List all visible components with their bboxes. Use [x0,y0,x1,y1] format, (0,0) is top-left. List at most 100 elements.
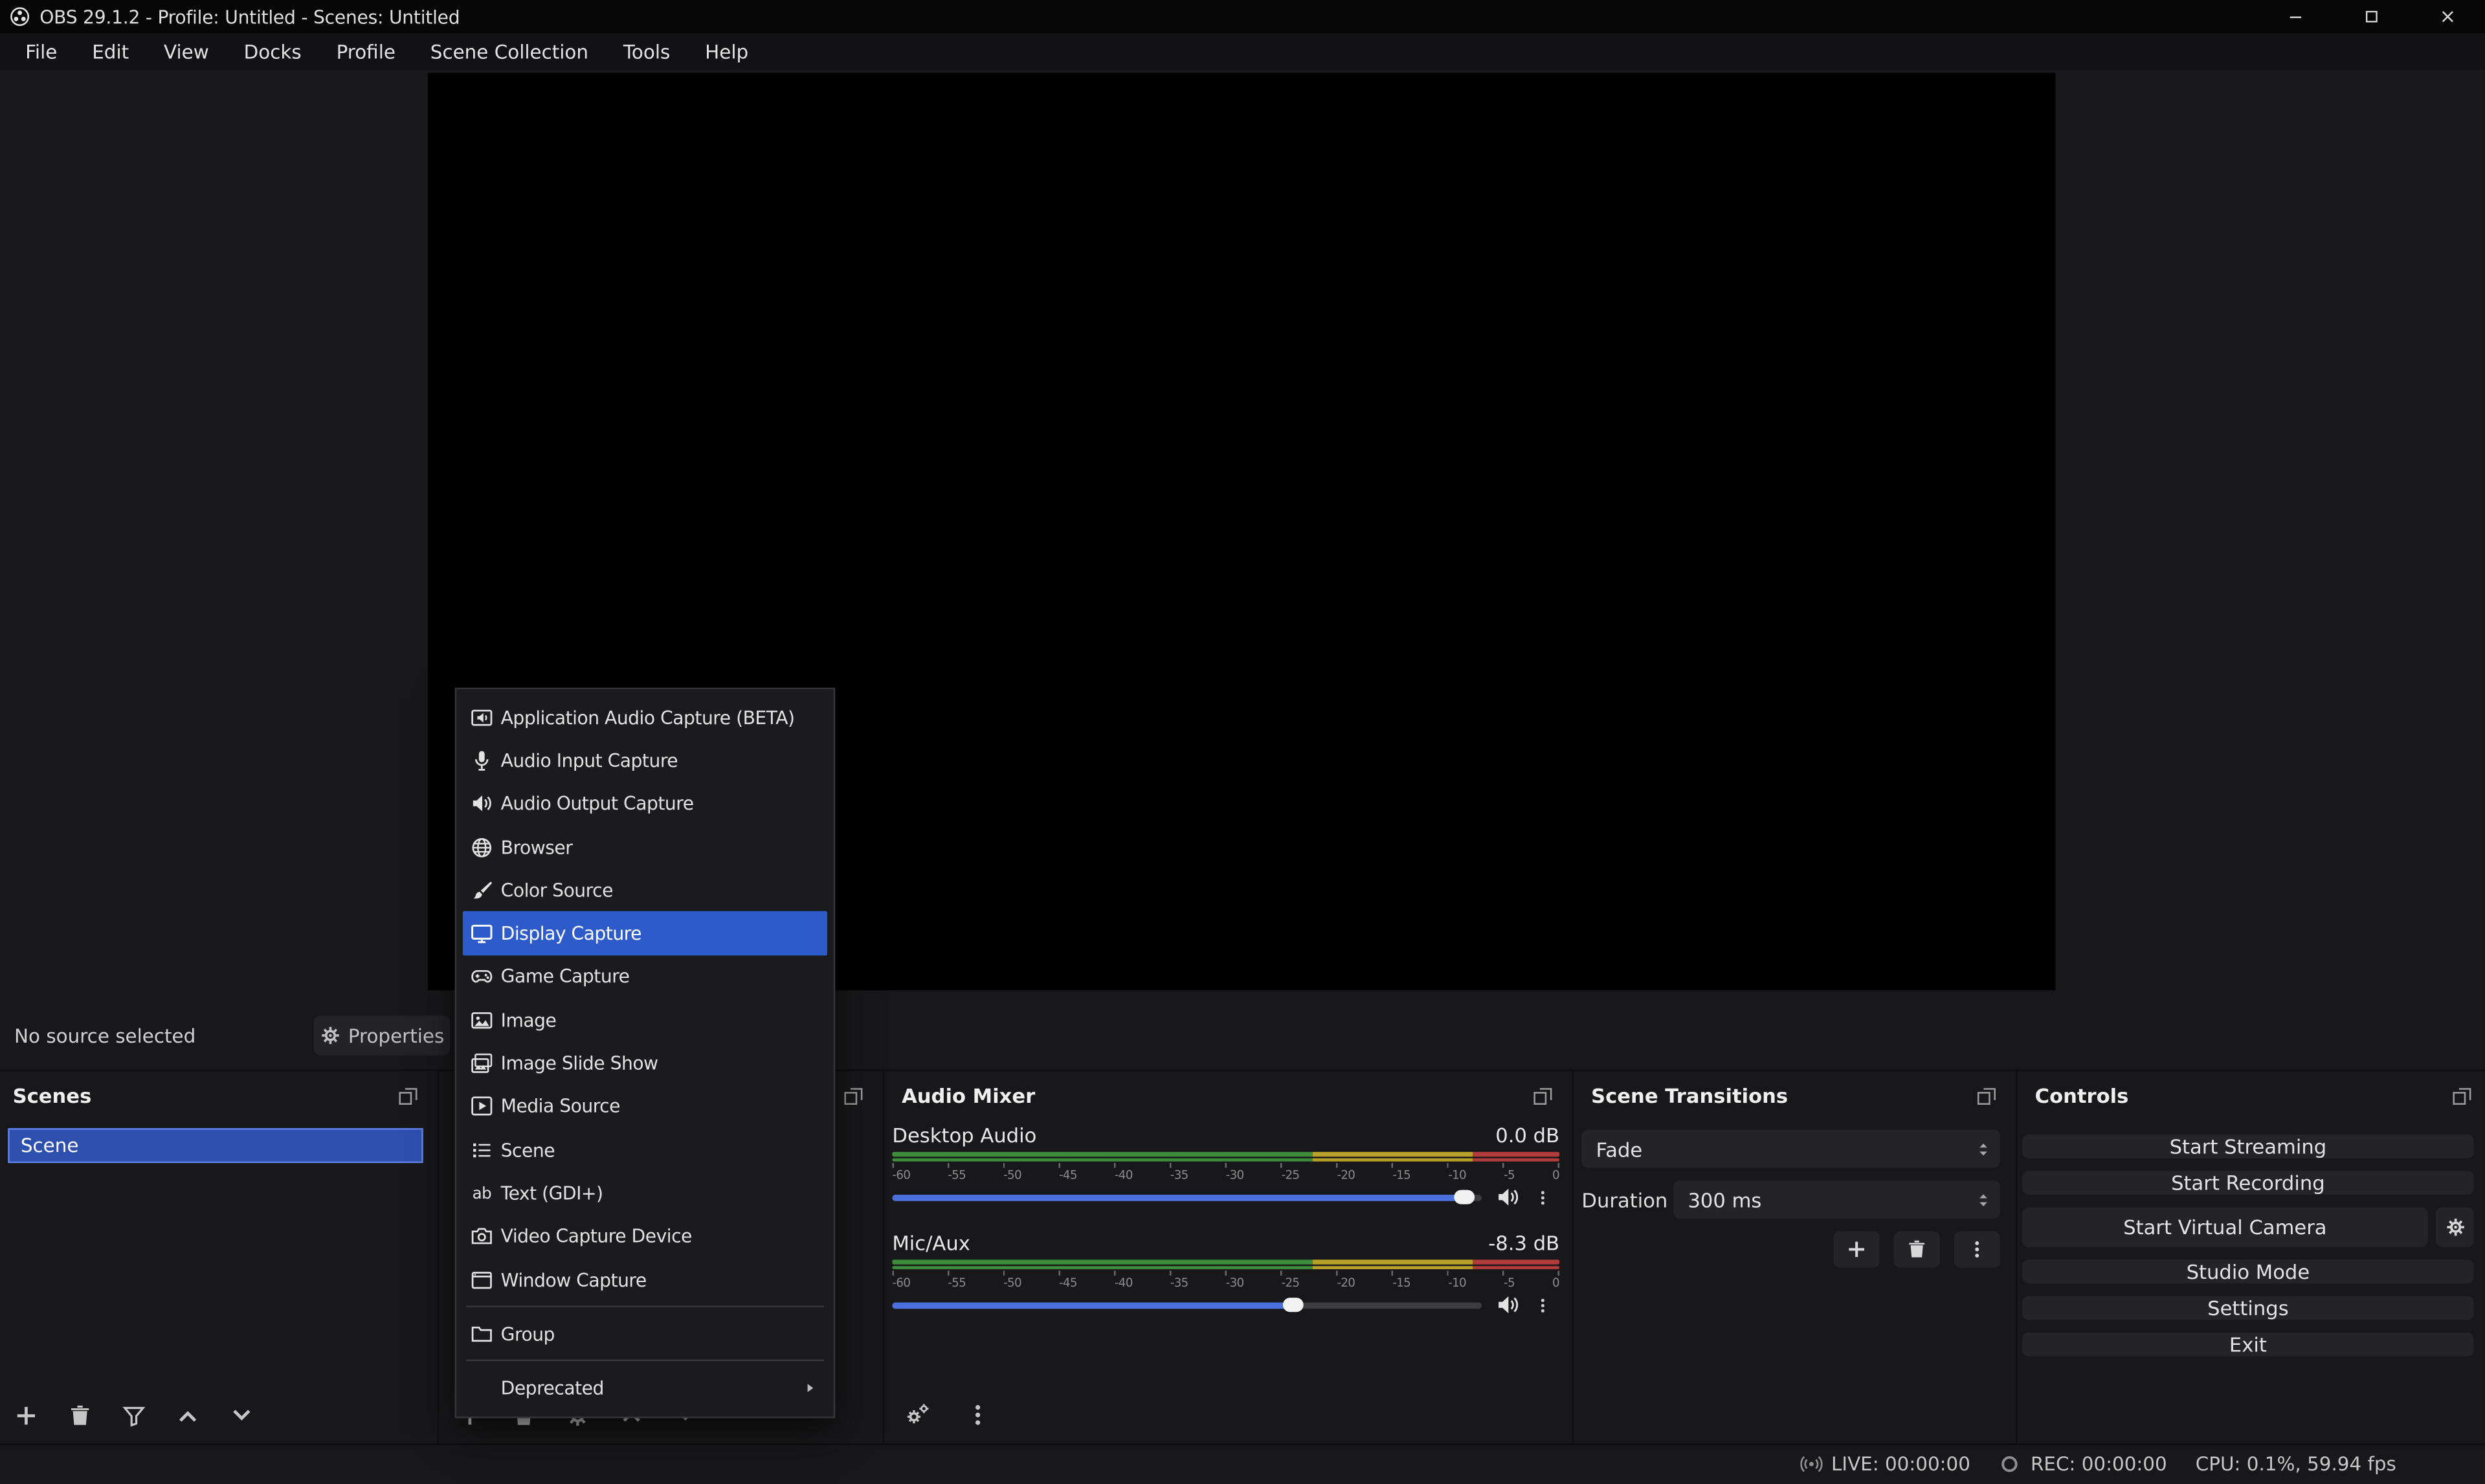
menu-item-group[interactable]: Group [463,1312,827,1356]
slider-fill [892,1301,1293,1308]
transition-menu-button[interactable] [1954,1231,2000,1267]
slider-handle[interactable] [1454,1190,1475,1204]
transition-select-value: Fade [1596,1137,1642,1161]
trash-icon [68,1409,92,1433]
button-label: Start Virtual Camera [2123,1215,2326,1239]
popout-icon[interactable] [1533,1085,1554,1105]
channel-name: Mic/Aux [892,1231,970,1255]
start-streaming-button[interactable]: Start Streaming [2022,1135,2474,1158]
menu-file[interactable]: File [8,33,74,69]
menu-item-label: Audio Input Capture [501,749,678,771]
popout-icon[interactable] [1976,1085,1997,1105]
add-transition-button[interactable] [1834,1231,1880,1267]
menu-help[interactable]: Help [687,33,766,69]
meter-bar [892,1157,1559,1161]
menu-item-label: Media Source [501,1096,620,1118]
meter-tick-label: -30 [1226,1169,1244,1182]
add-scene-button[interactable] [14,1404,38,1428]
no-icon [471,1377,493,1399]
volume-slider[interactable] [892,1194,1482,1201]
meter-ticks [892,1163,1559,1168]
slider-handle[interactable] [1283,1298,1304,1312]
dock-divider [1572,1071,1574,1445]
transition-select[interactable]: Fade [1581,1130,2000,1168]
menu-item-game-capture[interactable]: Game Capture [463,955,827,999]
volume-slider-row [892,1187,1559,1208]
virtual-camera-config-button[interactable] [2436,1208,2474,1247]
duration-row: Duration 300 ms [1581,1180,2000,1219]
scene-item-scene[interactable]: Scene [8,1128,423,1163]
close-button[interactable] [2409,0,2485,33]
menu-docks[interactable]: Docks [227,33,319,69]
exit-button[interactable]: Exit [2022,1333,2474,1357]
kebab-icon [965,1409,990,1433]
minimize-button[interactable] [2257,0,2333,33]
duration-spinbox[interactable]: 300 ms [1673,1180,2000,1219]
obs-logo-icon [10,6,30,27]
speaker-icon[interactable] [1496,1185,1520,1209]
menu-item-image-slide-show[interactable]: Image Slide Show [463,1041,827,1085]
mixer-menu-button[interactable] [965,1402,990,1428]
scenes-panel-header: Scenes [0,1074,431,1116]
menu-item-text-gdi[interactable]: abText (GDI+) [463,1171,827,1215]
menu-item-window-capture[interactable]: Window Capture [463,1258,827,1301]
menu-item-media-source[interactable]: Media Source [463,1085,827,1128]
move-scene-down-button[interactable] [230,1404,254,1428]
menu-item-label: Image [501,1009,557,1031]
menu-item-application-audio-capture-beta[interactable]: Application Audio Capture (BETA) [463,696,827,739]
popout-icon[interactable] [398,1085,419,1105]
scene-filters-button[interactable] [122,1404,146,1428]
popout-icon[interactable] [843,1085,864,1105]
menu-item-image[interactable]: Image [463,999,827,1042]
studio-mode-button[interactable]: Studio Mode [2022,1259,2474,1283]
settings-button[interactable]: Settings [2022,1296,2474,1320]
menu-scene-collection[interactable]: Scene Collection [413,33,606,69]
channel-name: Desktop Audio [892,1124,1036,1147]
speaker-icon[interactable] [1496,1293,1520,1317]
audio-mixer-header: Audio Mixer [889,1074,1565,1116]
no-source-label: No source selected [14,1024,195,1047]
menu-profile[interactable]: Profile [319,33,413,69]
remove-transition-button[interactable] [1894,1231,1940,1267]
popout-icon[interactable] [2452,1085,2473,1105]
close-icon [2438,8,2456,25]
meter-labels: -60-55-50-45-40-35-30-25-20-15-10-50 [892,1277,1559,1290]
move-scene-up-button[interactable] [176,1404,200,1428]
menu-item-video-capture-device[interactable]: Video Capture Device [463,1215,827,1258]
start-recording-button[interactable]: Start Recording [2022,1171,2474,1195]
menu-view[interactable]: View [146,33,227,69]
virtual-camera-row: Start Virtual Camera [2022,1208,2474,1247]
menu-edit[interactable]: Edit [74,33,146,69]
volume-slider[interactable] [892,1301,1482,1308]
properties-button[interactable]: Properties [314,1015,451,1055]
menu-item-color-source[interactable]: Color Source [463,869,827,912]
plus-icon [14,1409,38,1433]
kebab-icon[interactable] [1534,1186,1552,1208]
mixer-channel-desktop-audio: Desktop Audio 0.0 dB -60-55-50-45-40-35-… [892,1122,1559,1207]
spin-arrows-icon[interactable] [1975,1189,1992,1210]
menu-item-deprecated[interactable]: Deprecated [463,1367,827,1410]
dock-divider [0,1070,2485,1071]
status-bar: LIVE: 00:00:00REC: 00:00:00CPU: 0.1%, 59… [0,1443,2485,1484]
menu-item-scene[interactable]: Scene [463,1128,827,1171]
menu-item-browser[interactable]: Browser [463,825,827,869]
meter-bar [892,1152,1559,1156]
kebab-icon [1967,1239,1987,1260]
menu-item-display-capture[interactable]: Display Capture [463,912,827,955]
panel-title: Scenes [13,1083,92,1107]
menu-tools[interactable]: Tools [606,33,687,69]
maximize-button[interactable] [2333,0,2409,33]
advanced-audio-button[interactable] [905,1402,930,1428]
button-label: Exit [2229,1333,2267,1357]
menu-item-audio-input-capture[interactable]: Audio Input Capture [463,739,827,782]
meter-bar [892,1259,1559,1263]
menu-item-audio-output-capture[interactable]: Audio Output Capture [463,782,827,825]
remove-scene-button[interactable] [68,1404,92,1428]
meter-tick-label: -45 [1059,1169,1077,1182]
game-icon [471,966,493,988]
slider-fill [892,1194,1464,1201]
kebab-icon[interactable] [1534,1294,1552,1316]
menu-item-label: Window Capture [501,1268,647,1290]
meter-ticks [892,1271,1559,1276]
start-virtual-camera-button[interactable]: Start Virtual Camera [2022,1208,2428,1247]
